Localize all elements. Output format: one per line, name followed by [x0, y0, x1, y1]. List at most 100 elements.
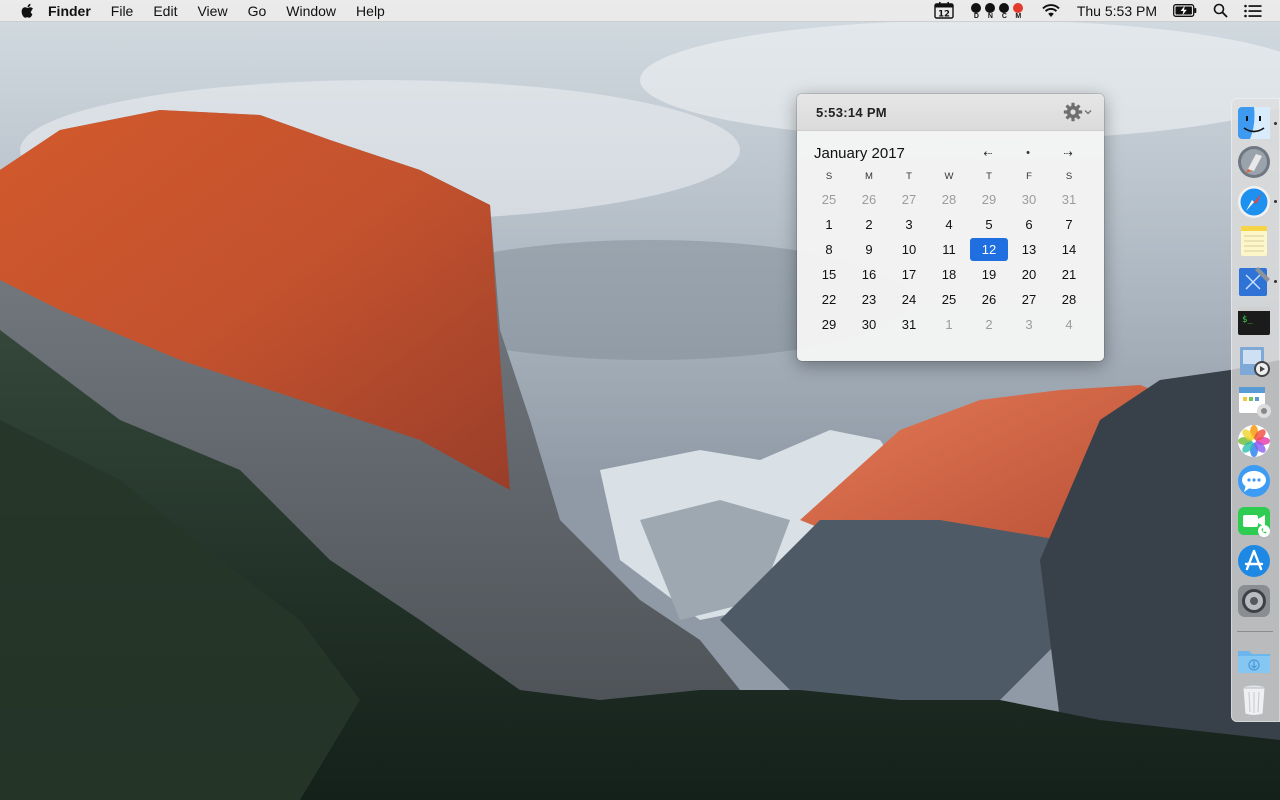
finder-icon[interactable]	[1236, 105, 1272, 141]
calendar-day[interactable]: 16	[850, 263, 888, 286]
calendar-day[interactable]: 17	[890, 263, 928, 286]
previous-month-button[interactable]: ⇠	[968, 147, 1008, 160]
settings-menu-button[interactable]	[1063, 102, 1092, 122]
calendar-menu-icon[interactable]: 12	[934, 2, 954, 19]
calendar-day[interactable]: 7	[1050, 213, 1088, 236]
calendar-day[interactable]: 1	[810, 213, 848, 236]
running-indicator	[1274, 200, 1277, 203]
calendar-app-icon[interactable]	[1236, 383, 1272, 419]
dock: $_	[1231, 98, 1280, 722]
status-letter-c: C	[1001, 12, 1007, 20]
calendar-day[interactable]: 29	[970, 188, 1008, 211]
dncm-status-indicators[interactable]: D N C M	[970, 1, 1025, 21]
calendar-day[interactable]: 18	[930, 263, 968, 286]
chevron-down-icon	[1084, 110, 1092, 115]
calendar-day[interactable]: 27	[890, 188, 928, 211]
menu-window[interactable]: Window	[276, 0, 346, 22]
calendar-day[interactable]: 28	[930, 188, 968, 211]
svg-text:$_: $_	[1242, 315, 1253, 325]
calendar-day[interactable]: 31	[1050, 188, 1088, 211]
menu-bar: Finder File Edit View Go Window Help 12 …	[0, 0, 1280, 22]
svg-text:12: 12	[938, 10, 950, 20]
menu-view[interactable]: View	[187, 0, 237, 22]
status-letter-m: M	[1015, 12, 1022, 20]
calendar-day[interactable]: 6	[1010, 213, 1048, 236]
facetime-icon[interactable]	[1236, 503, 1272, 539]
calendar-day[interactable]: 15	[810, 263, 848, 286]
weekday-sunday: S	[825, 171, 833, 182]
launchpad-icon[interactable]	[1236, 144, 1272, 180]
calendar-day[interactable]: 27	[1010, 288, 1048, 311]
menu-edit[interactable]: Edit	[143, 0, 187, 22]
notification-center-icon[interactable]	[1244, 4, 1262, 18]
photos-icon[interactable]	[1236, 423, 1272, 459]
dock-separator	[1237, 631, 1273, 632]
menu-help[interactable]: Help	[346, 0, 395, 22]
calendar-day[interactable]: 4	[930, 213, 968, 236]
calendar-day[interactable]: 11	[930, 238, 968, 261]
calendar-day[interactable]: 29	[810, 313, 848, 336]
running-indicator	[1274, 280, 1277, 283]
calendar-day[interactable]: 2	[970, 313, 1008, 336]
preview-icon[interactable]	[1236, 343, 1272, 379]
calendar-day[interactable]: 13	[1010, 238, 1048, 261]
apple-logo-icon[interactable]	[20, 3, 34, 19]
calendar-day[interactable]: 8	[810, 238, 848, 261]
calendar-day[interactable]: 28	[1050, 288, 1088, 311]
calendar-day[interactable]: 23	[850, 288, 888, 311]
calendar-day[interactable]: 30	[1010, 188, 1048, 211]
downloads-folder-icon[interactable]	[1236, 642, 1272, 678]
month-header: January 2017 ⇠ • ⇢	[797, 139, 1104, 167]
weekday-monday: M	[865, 171, 873, 182]
app-store-icon[interactable]	[1236, 543, 1272, 579]
calendar-day[interactable]: 22	[810, 288, 848, 311]
menu-app-finder[interactable]: Finder	[48, 0, 101, 22]
trash-icon[interactable]	[1236, 682, 1272, 718]
calendar-day-today[interactable]: 12	[970, 238, 1008, 261]
status-letter-d: D	[973, 12, 979, 20]
running-indicator	[1274, 122, 1277, 125]
calendar-day[interactable]: 31	[890, 313, 928, 336]
status-dot-m	[1013, 2, 1024, 13]
calendar-day[interactable]: 10	[890, 238, 928, 261]
calendar-popover: 5:53:14 PM January 2017 ⇠ • ⇢ S M T W T …	[797, 94, 1104, 361]
calendar-day[interactable]: 24	[890, 288, 928, 311]
calendar-day[interactable]: 30	[850, 313, 888, 336]
status-dot-c	[999, 2, 1010, 13]
notes-icon[interactable]	[1236, 223, 1272, 259]
system-preferences-icon[interactable]	[1236, 583, 1272, 619]
popover-header: 5:53:14 PM	[797, 94, 1104, 131]
menu-file[interactable]: File	[101, 0, 144, 22]
calendar-day[interactable]: 9	[850, 238, 888, 261]
calendar-day[interactable]: 25	[930, 288, 968, 311]
menu-go[interactable]: Go	[238, 0, 277, 22]
calendar-day[interactable]: 1	[930, 313, 968, 336]
calendar-day[interactable]: 21	[1050, 263, 1088, 286]
calendar-day[interactable]: 26	[850, 188, 888, 211]
weekday-tuesday: T	[906, 171, 912, 182]
weekday-friday: F	[1026, 171, 1032, 182]
calendar-day[interactable]: 20	[1010, 263, 1048, 286]
messages-icon[interactable]	[1236, 463, 1272, 499]
battery-charging-icon[interactable]	[1173, 4, 1197, 17]
menu-clock[interactable]: Thu 5:53 PM	[1077, 0, 1157, 22]
calendar-day[interactable]: 25	[810, 188, 848, 211]
calendar-grid: S M T W T F S 25 26 27 28 29 30 31 1 2 3…	[809, 167, 1104, 337]
next-month-button[interactable]: ⇢	[1048, 147, 1088, 160]
calendar-day[interactable]: 26	[970, 288, 1008, 311]
xcode-icon[interactable]	[1236, 263, 1272, 299]
calendar-day[interactable]: 5	[970, 213, 1008, 236]
today-button[interactable]: •	[1008, 147, 1048, 159]
calendar-day[interactable]: 2	[850, 213, 888, 236]
spotlight-search-icon[interactable]	[1213, 3, 1228, 18]
calendar-day[interactable]: 3	[1010, 313, 1048, 336]
popover-time: 5:53:14 PM	[816, 104, 887, 120]
calendar-day[interactable]: 14	[1050, 238, 1088, 261]
calendar-day[interactable]: 4	[1050, 313, 1088, 336]
safari-icon[interactable]	[1236, 184, 1272, 220]
calendar-day[interactable]: 19	[970, 263, 1008, 286]
terminal-icon[interactable]: $_	[1236, 303, 1272, 339]
calendar-day[interactable]: 3	[890, 213, 928, 236]
wifi-icon[interactable]	[1041, 3, 1061, 18]
month-title: January 2017	[814, 144, 905, 162]
